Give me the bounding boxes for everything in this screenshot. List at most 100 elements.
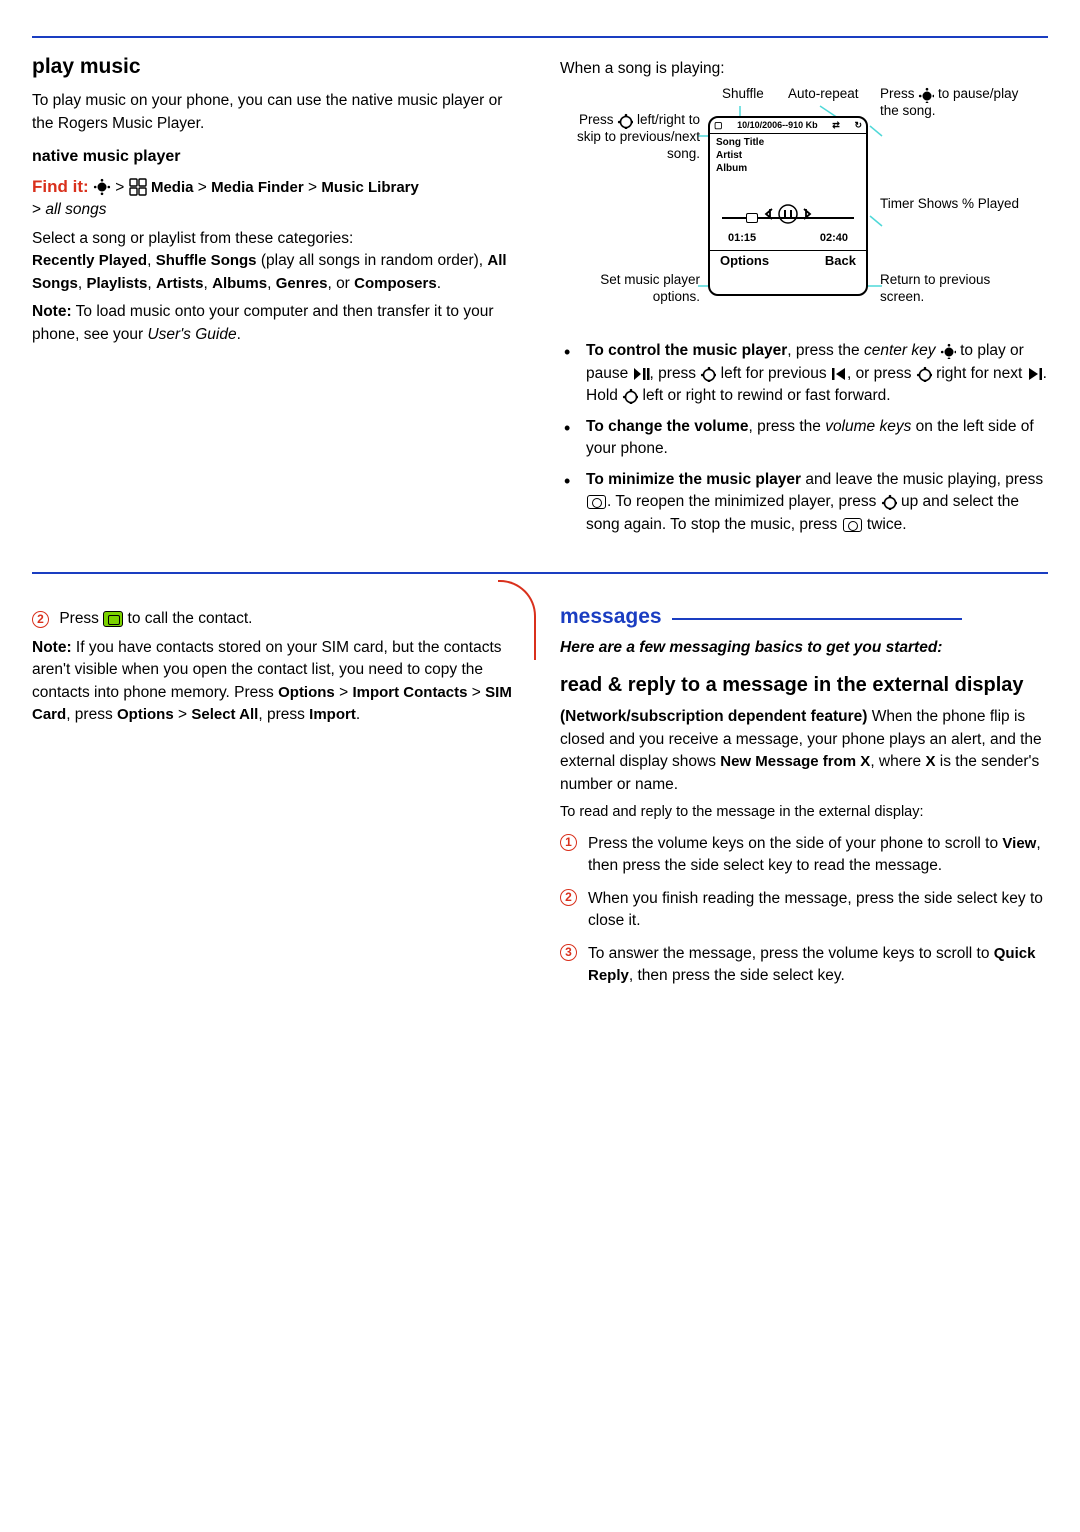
b2-title: To change the volume (586, 418, 749, 435)
b2-b: , press the (749, 418, 826, 435)
b1-b: , press the (787, 342, 864, 359)
col-now-playing: When a song is playing: Shuffle Auto-rep… (560, 52, 1048, 544)
step-2: 2 Press to call the contact. (32, 608, 520, 630)
center-key-icon (93, 178, 111, 196)
gt2: > (467, 684, 485, 701)
softkey-back: Back (825, 253, 856, 269)
red-corner-decoration (498, 580, 536, 660)
step-2-b: to call the contact. (123, 610, 252, 627)
camera-key-icon (843, 518, 862, 532)
find-it-label: Find it: (32, 177, 89, 196)
cat-or: , or (327, 275, 354, 292)
b1-i: left or right to rewind or fast forward. (638, 387, 890, 404)
status-bar: ▢ 10/10/2006--910 Kb ⇄ ↻ (710, 118, 866, 134)
lbl-shuffle: Shuffle (722, 86, 764, 103)
s2: When you finish reading the message, pre… (588, 890, 1043, 929)
p-import: Import (309, 706, 356, 723)
gt3: > (174, 706, 192, 723)
time-elapsed: 01:15 (728, 232, 756, 246)
p1-newmsg: New Message from X (720, 753, 870, 770)
find-it-line: Find it: > Media > Media Finder > Music … (32, 175, 520, 222)
messages-title: messages (560, 602, 662, 632)
bullet-control: To control the music player, press the c… (586, 340, 1048, 407)
note-users-guide: User's Guide (147, 326, 236, 343)
progress-bar (722, 214, 854, 222)
msg-step-1: 1Press the volume keys on the side of yo… (588, 833, 1048, 878)
cat-albums: Albums (212, 275, 267, 292)
nav-key-icon (700, 366, 716, 382)
nav-key-icon (881, 494, 897, 510)
sub-native-player: native music player (32, 145, 520, 168)
nav-key-icon (617, 113, 633, 129)
send-key-icon (103, 611, 123, 627)
msg-step-2: 2When you finish reading the message, pr… (588, 888, 1048, 933)
lbl-return: Return to previous screen. (880, 272, 1030, 306)
cat-genres: Genres (276, 275, 328, 292)
menu-icon (129, 178, 147, 196)
cat-shuffle: Shuffle Songs (156, 252, 257, 269)
note-text: To load music onto your computer and the… (32, 303, 494, 342)
gt1: > (335, 684, 353, 701)
press2: , press (66, 706, 117, 723)
step-2-marker-b: 2 (560, 889, 577, 906)
now-playing-lead: When a song is playing: (560, 58, 1048, 80)
heading-play-music: play music (32, 52, 520, 82)
p-options: Options (278, 684, 335, 701)
path-music-library: Music Library (321, 179, 419, 196)
s1-a: Press the volume keys on the side of you… (588, 835, 1002, 852)
time-total: 02:40 (820, 232, 848, 246)
meta-artist: Artist (716, 149, 860, 162)
p-select-all: Select All (191, 706, 258, 723)
shuffle-icon: ⇄ (832, 120, 840, 131)
lbl-pauseplay: Press to pause/play the song. (880, 86, 1030, 120)
step-2-a: Press (59, 610, 103, 627)
cat-recent: Recently Played (32, 252, 147, 269)
meta-album: Album (716, 162, 860, 175)
select-intro: Select a song or playlist from these cat… (32, 230, 353, 247)
messages-rule (672, 618, 962, 620)
center-key-icon (940, 343, 956, 359)
camera-key-icon (587, 495, 606, 509)
b1-f: , or press (847, 365, 916, 382)
msg-step-3: 3To answer the message, press the volume… (588, 943, 1048, 988)
messages-steps: 1Press the volume keys on the side of yo… (560, 833, 1048, 988)
b1-g: right for next (932, 365, 1027, 382)
cat-artists: Artists (156, 275, 204, 292)
b3-e: twice. (863, 516, 907, 533)
press3: , press (258, 706, 309, 723)
col-contacts-continued: 2 Press to call the contact. Note: If yo… (32, 602, 520, 998)
bullet-volume: To change the volume, press the volume k… (586, 416, 1048, 461)
col-play-music: play music To play music on your phone, … (32, 52, 520, 544)
b2-vol: volume keys (825, 418, 911, 435)
read-reply-heading: read & reply to a message in the externa… (560, 671, 1048, 700)
lbl-skip-a: Press (579, 112, 617, 127)
playpause-icon (633, 366, 650, 381)
s1-view: View (1002, 835, 1036, 852)
path-all-songs: all songs (45, 201, 106, 218)
s3-a: To answer the message, press the volume … (588, 945, 994, 962)
col-messages: messages Here are a few messaging basics… (560, 602, 1048, 998)
messages-subtitle: Here are a few messaging basics to get y… (560, 637, 1048, 659)
messages-header: messages (560, 602, 1048, 632)
mid-divider (32, 572, 1048, 574)
nav-key-icon (622, 388, 638, 404)
status-text: 10/10/2006--910 Kb (737, 120, 818, 131)
p-options2: Options (117, 706, 174, 723)
b3-c: . To reopen the minimized player, press (607, 493, 881, 510)
b1-title: To control the music player (586, 342, 787, 359)
lbl-set-options: Set music player options. (560, 272, 700, 306)
player-bullets: To control the music player, press the c… (560, 340, 1048, 536)
b1-center: center key (864, 342, 936, 359)
p1-x: X (925, 753, 935, 770)
p1-feature: (Network/subscription dependent feature) (560, 708, 867, 725)
p1-b: , where (870, 753, 925, 770)
path-media-finder: Media Finder (211, 179, 304, 196)
p-import-contacts: Import Contacts (352, 684, 467, 701)
messages-para1: (Network/subscription dependent feature)… (560, 706, 1048, 796)
meta-song-title: Song Title (716, 136, 860, 149)
lbl-pp-a: Press (880, 86, 918, 101)
note2-label: Note: (32, 639, 72, 656)
bullet-minimize: To minimize the music player and leave t… (586, 469, 1048, 536)
nav-key-icon (916, 366, 932, 382)
folder-icon: ▢ (714, 120, 723, 131)
